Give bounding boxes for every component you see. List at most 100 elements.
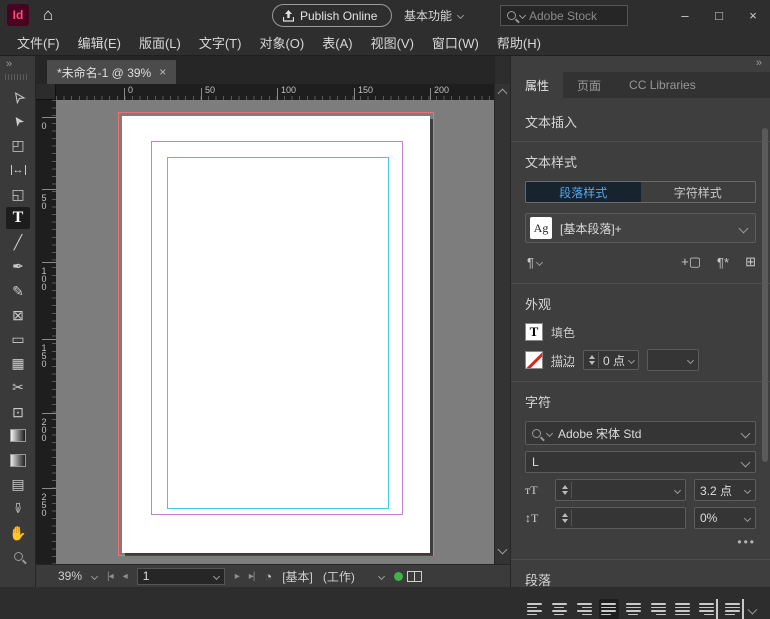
selection-tool[interactable]: ➤ xyxy=(6,86,30,108)
stroke-type-dropdown[interactable] xyxy=(647,349,699,371)
type-tool[interactable]: T xyxy=(6,207,30,229)
paragraph-formatting-icon[interactable]: ¶ xyxy=(527,255,534,270)
align-right-button[interactable] xyxy=(574,599,594,619)
justify-last-left-button[interactable] xyxy=(599,599,619,619)
stroke-weight-stepper[interactable]: 0 点 xyxy=(583,350,639,370)
page-number-combo[interactable]: 1 xyxy=(137,568,225,585)
pencil-tool[interactable]: ✎ xyxy=(6,280,30,302)
tab-pages[interactable]: 页面 xyxy=(563,72,615,98)
hand-tool[interactable]: ✋ xyxy=(6,522,30,544)
page-tool[interactable]: ◰ xyxy=(6,134,30,156)
line-tool[interactable]: ╱ xyxy=(6,231,30,253)
direct-selection-tool[interactable]: ➤ xyxy=(6,110,30,132)
stepper-arrows[interactable] xyxy=(561,482,572,498)
leading-combo[interactable] xyxy=(555,507,686,529)
justify-last-right-button[interactable] xyxy=(648,599,668,619)
pen-tool[interactable]: ✒ xyxy=(6,255,30,277)
align-toward-spine-button[interactable] xyxy=(697,599,718,619)
last-page-button[interactable]: ▸| xyxy=(249,571,255,582)
ruler-corner[interactable] xyxy=(36,84,56,100)
pasteboard[interactable] xyxy=(56,100,494,564)
home-icon[interactable]: ⌂ xyxy=(43,5,53,25)
menu-item-1[interactable]: 编辑(E) xyxy=(69,33,130,52)
preflight-gauge-icon[interactable]: ◔ xyxy=(264,569,272,584)
gap-tool[interactable]: ↔ xyxy=(6,159,30,181)
horizontal-ruler[interactable]: 050100150200 xyxy=(56,84,494,100)
stroke-label[interactable]: 描边 xyxy=(551,352,575,369)
gradient-swatch-tool[interactable] xyxy=(6,425,30,447)
menu-item-5[interactable]: 表(A) xyxy=(313,33,361,52)
preflight-menu-icon[interactable] xyxy=(378,572,385,579)
close-tab-icon[interactable]: × xyxy=(159,65,166,79)
font-style-dropdown[interactable]: L xyxy=(525,451,756,473)
zoom-level[interactable]: 39% xyxy=(58,569,82,583)
close-button[interactable]: × xyxy=(736,0,770,30)
zoom-dropdown-icon[interactable] xyxy=(91,572,98,579)
tools-grip[interactable] xyxy=(5,74,29,80)
first-page-button[interactable]: |◂ xyxy=(107,571,113,582)
menu-item-4[interactable]: 对象(O) xyxy=(250,33,313,52)
workspace-switcher[interactable]: 基本功能 xyxy=(404,4,463,27)
maximize-button[interactable]: □ xyxy=(702,0,736,30)
scale-dropdown[interactable]: 0% xyxy=(694,507,756,529)
canvas-scrollbar[interactable] xyxy=(494,84,510,564)
eyedropper-tool[interactable]: ✑ xyxy=(6,497,30,519)
scrollbar-thumb[interactable] xyxy=(762,128,768,462)
note-tool[interactable]: ▤ xyxy=(6,473,30,495)
font-family-dropdown[interactable]: Adobe 宋体 Std xyxy=(525,421,756,445)
stepper-arrows[interactable] xyxy=(588,352,599,368)
workspace-profile[interactable]: (工作) xyxy=(323,568,355,585)
menu-item-8[interactable]: 帮助(H) xyxy=(488,33,550,52)
publish-online-button[interactable]: Publish Online xyxy=(272,4,392,27)
scroll-down-icon[interactable] xyxy=(498,545,508,555)
gradient-feather-tool[interactable] xyxy=(6,449,30,471)
justify-all-button[interactable] xyxy=(673,599,693,619)
align-away-from-spine-button[interactable] xyxy=(723,599,744,619)
redefine-style-icon[interactable]: +▢ xyxy=(681,254,701,270)
menu-item-0[interactable]: 文件(F) xyxy=(8,33,69,52)
free-transform-tool[interactable]: ⊡ xyxy=(6,401,30,423)
tools-collapse-icon[interactable]: » xyxy=(6,58,12,70)
rectangle-tool[interactable]: ▭ xyxy=(6,328,30,350)
next-page-button[interactable]: ▸ xyxy=(235,571,239,582)
vertical-ruler[interactable]: 050100150200250 xyxy=(36,100,56,564)
stepper-arrows[interactable] xyxy=(561,510,572,526)
paragraph-styles-tab[interactable]: 段落样式 xyxy=(526,182,641,202)
menu-item-3[interactable]: 文字(T) xyxy=(190,33,251,52)
text-frame[interactable] xyxy=(167,157,389,509)
scissors-tool[interactable]: ✂ xyxy=(6,376,30,398)
more-options-icon[interactable]: ••• xyxy=(525,535,756,549)
grid-tool[interactable]: ▦ xyxy=(6,352,30,374)
content-collector-tool[interactable]: ◱ xyxy=(6,183,30,205)
stroke-swatch[interactable] xyxy=(525,351,543,369)
zoom-tool[interactable] xyxy=(6,546,30,568)
new-style-icon[interactable]: ⊞ xyxy=(745,254,756,270)
tab-cc-libraries[interactable]: CC Libraries xyxy=(615,72,710,98)
menu-item-6[interactable]: 视图(V) xyxy=(362,33,423,52)
clear-overrides-icon[interactable]: ¶* xyxy=(717,255,729,270)
justify-last-center-button[interactable] xyxy=(624,599,644,619)
leading-value-dropdown[interactable]: 3.2 点 xyxy=(694,479,756,501)
stock-search-input[interactable]: Adobe Stock xyxy=(500,5,628,26)
align-center-button[interactable] xyxy=(550,599,570,619)
menu-item-7[interactable]: 窗口(W) xyxy=(423,33,488,52)
character-styles-tab[interactable]: 字符样式 xyxy=(641,182,756,202)
paragraph-style-dropdown[interactable]: Ag [基本段落]+ xyxy=(525,213,756,243)
align-left-button[interactable] xyxy=(525,599,545,619)
font-size-combo[interactable] xyxy=(555,479,686,501)
minimize-button[interactable]: – xyxy=(668,0,702,30)
document-page[interactable] xyxy=(122,116,430,553)
scroll-up-icon[interactable] xyxy=(498,89,508,99)
previous-page-button[interactable]: ◂ xyxy=(123,571,127,582)
tab-properties[interactable]: 属性 xyxy=(511,72,563,98)
document-tab[interactable]: *未命名-1 @ 39% × xyxy=(47,60,176,84)
menu-item-2[interactable]: 版面(L) xyxy=(130,33,190,52)
rectangle-frame-tool[interactable]: ⊠ xyxy=(6,304,30,326)
fill-label[interactable]: 填色 xyxy=(551,324,575,341)
paragraph-more-icon[interactable] xyxy=(748,604,758,614)
preflight-profile[interactable]: [基本] xyxy=(282,568,313,585)
panel-scrollbar[interactable] xyxy=(762,128,768,468)
fill-swatch[interactable]: T xyxy=(525,323,543,341)
panel-collapse-icon[interactable]: » xyxy=(756,57,762,69)
preflight-indicator[interactable] xyxy=(394,571,422,582)
